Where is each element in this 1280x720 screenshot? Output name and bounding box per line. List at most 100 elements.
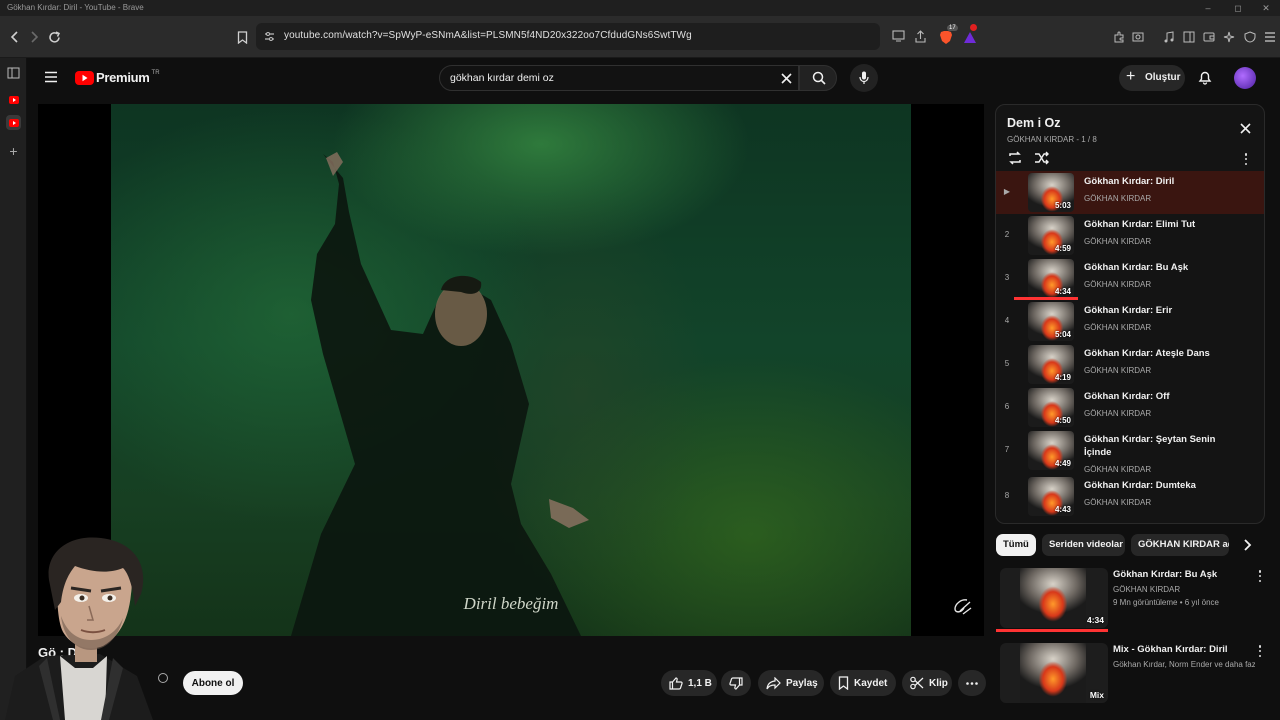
playlist-item[interactable]: 3 4:34 Gökhan Kırdar: Bu Aşk GÖKHAN KIRDAR — [996, 257, 1264, 300]
create-label: Oluştur — [1145, 72, 1181, 83]
dislike-button[interactable] — [721, 670, 751, 696]
playlist-item[interactable]: 5 4:19 Gökhan Kırdar: Ateşle Dans GÖKHAN KI… — [996, 343, 1264, 386]
bookmark-button[interactable] — [233, 28, 251, 46]
playlist-item-index: 5 — [1004, 359, 1010, 368]
address-bar[interactable]: youtube.com/watch?v=SpWyP-eSNmA&list=PLS… — [256, 23, 926, 50]
playlist-item-thumbnail[interactable]: 4:50 — [1028, 388, 1074, 427]
sidebar-panel-button[interactable] — [6, 65, 21, 80]
save-button[interactable]: Kaydet — [830, 670, 896, 696]
playlist-item[interactable]: 6 4:50 Gökhan Kırdar: Off GÖKHAN KIRDAR — [996, 386, 1264, 429]
guide-menu-button[interactable] — [44, 71, 58, 83]
sidebar-toggle-button[interactable] — [1180, 28, 1198, 46]
playlist-item-thumbnail[interactable]: 4:19 — [1028, 345, 1074, 384]
like-button[interactable]: 1,1 B — [661, 670, 717, 696]
sidebar-add-button[interactable]: + — [6, 143, 21, 159]
playlist-item[interactable]: 2 4:59 Gökhan Kırdar: Elimi Tut GÖKHAN KIRD… — [996, 214, 1264, 257]
recommendation-item[interactable]: 4:34 Gökhan Kırdar: Bu Aşk GÖKHAN KIRDAR 9 … — [996, 568, 1270, 632]
close-window-button[interactable]: ✕ — [1256, 2, 1276, 14]
playlist-item-thumbnail[interactable]: 4:43 — [1028, 477, 1074, 516]
playlist-item-title[interactable]: Gökhan Kırdar: Erir — [1084, 304, 1224, 317]
scissors-icon — [910, 676, 924, 690]
recommendation-more-button[interactable] — [1255, 569, 1265, 583]
back-button[interactable] — [6, 28, 24, 46]
recommendation-thumbnail[interactable]: 4:34 — [1000, 568, 1108, 628]
playlist-item[interactable]: ▶ 5:03 Gökhan Kırdar: Diril GÖKHAN KIRDAR — [996, 171, 1264, 214]
playlist-item-duration: 4:49 — [1054, 459, 1071, 468]
playlist-item-title[interactable]: Gökhan Kırdar: Ateşle Dans — [1084, 347, 1224, 360]
restore-button[interactable]: ◻ — [1228, 2, 1248, 14]
shuffle-button[interactable] — [1034, 151, 1049, 165]
youtube-logo[interactable]: Premium TR — [75, 70, 160, 85]
minimize-button[interactable]: – — [1198, 2, 1218, 14]
video-player[interactable]: Diril bebeğim — [38, 104, 984, 636]
recommendation-title[interactable]: Mix - Gökhan Kırdar: Diril — [1113, 644, 1253, 655]
recommendation-item[interactable]: Mix Mix - Gökhan Kırdar: Diril Gökhan Kırd… — [1000, 643, 1270, 707]
loop-button[interactable] — [1007, 151, 1023, 165]
playlist-item-thumbnail[interactable]: 4:49 — [1028, 431, 1074, 470]
loop-icon — [1009, 151, 1021, 165]
playlist-item-title[interactable]: Gökhan Kırdar: Şeytan Senin İçinde — [1084, 433, 1224, 459]
search-input[interactable]: gökhan kırdar demi oz — [450, 72, 554, 84]
recommendation-meta: 9 Mn görüntüleme • 6 yıl önce — [1113, 598, 1219, 607]
playlist-item-title[interactable]: Gökhan Kırdar: Bu Aşk — [1084, 261, 1224, 274]
playlist-more-button[interactable] — [1241, 152, 1251, 166]
playlist-item-title[interactable]: Gökhan Kırdar: Diril — [1084, 175, 1224, 188]
playlist-item-thumbnail[interactable]: 5:04 — [1028, 302, 1074, 341]
search-box[interactable]: gökhan kırdar demi oz — [439, 65, 799, 91]
hamburger-icon — [1265, 32, 1275, 42]
leo-ai-button[interactable] — [1220, 28, 1238, 46]
clip-button[interactable]: Klip — [902, 670, 952, 696]
extension-2-button[interactable] — [1129, 28, 1147, 46]
playlist-title[interactable]: Dem i Oz — [1007, 116, 1061, 130]
more-actions-button[interactable] — [958, 670, 986, 696]
playlist-item-thumbnail[interactable]: 4:59 — [1028, 216, 1074, 255]
recommendation-channel[interactable]: GÖKHAN KIRDAR — [1113, 585, 1255, 594]
vpn-shield-icon — [1244, 31, 1256, 43]
sidebar-youtube-2[interactable] — [6, 115, 21, 130]
subscribe-button[interactable]: Abone ol — [183, 671, 243, 695]
recommendation-thumbnail[interactable]: Mix — [1000, 643, 1108, 703]
filter-chip[interactable]: Seriden videolar — [1042, 534, 1125, 556]
playlist-item-title[interactable]: Gökhan Kırdar: Dumteka — [1084, 479, 1224, 492]
close-playlist-button[interactable] — [1240, 123, 1251, 134]
panel-icon — [7, 67, 20, 78]
reload-button[interactable] — [45, 28, 63, 46]
browser-toolbar: youtube.com/watch?v=SpWyP-eSNmA&list=PLS… — [0, 16, 1280, 58]
avatar[interactable] — [1234, 67, 1256, 89]
share-button[interactable]: Paylaş — [758, 670, 824, 696]
playlist-subtitle: GÖKHAN KIRDAR - 1 / 8 — [1007, 135, 1097, 144]
brave-shields-button[interactable]: 17 — [937, 25, 958, 46]
playlist-item[interactable]: 8 4:43 Gökhan Kırdar: Dumteka GÖKHAN KIRDAR — [996, 475, 1264, 518]
recommendation-more-button[interactable] — [1255, 644, 1265, 658]
recommendation-title[interactable]: Gökhan Kırdar: Bu Aşk — [1113, 569, 1253, 580]
filter-chip[interactable]: Tümü — [996, 534, 1036, 556]
sidebar-youtube-1[interactable] — [6, 92, 21, 107]
notifications-button[interactable] — [1198, 70, 1212, 85]
playlist-item[interactable]: 4 5:04 Gökhan Kırdar: Erir GÖKHAN KIRDAR — [996, 300, 1264, 343]
voice-search-button[interactable] — [850, 64, 878, 92]
browser-menu-button[interactable] — [1261, 28, 1279, 46]
window-title: Gökhan Kırdar: Diril - YouTube - Brave — [7, 3, 144, 12]
search-icon — [812, 71, 826, 85]
recommendation-duration: Mix — [1089, 690, 1104, 700]
search-button[interactable] — [799, 65, 837, 91]
playlist-item-title[interactable]: Gökhan Kırdar: Off — [1084, 390, 1224, 403]
bell-icon — [1198, 71, 1212, 85]
brave-rewards-button[interactable] — [961, 24, 979, 46]
recommendation-channel[interactable]: Gökhan Kırdar, Norm Ender ve daha fazlas… — [1113, 660, 1255, 669]
playlist-item[interactable]: 7 4:49 Gökhan Kırdar: Şeytan Senin İçinde G… — [996, 429, 1264, 474]
vpn-button[interactable] — [1241, 28, 1259, 46]
video-frame[interactable]: Diril bebeğim — [111, 104, 911, 636]
chevron-right-icon — [1244, 539, 1252, 551]
forward-button[interactable] — [25, 28, 43, 46]
music-button[interactable] — [1160, 28, 1178, 46]
wallet-button[interactable] — [1200, 28, 1218, 46]
playlist-item-title[interactable]: Gökhan Kırdar: Elimi Tut — [1084, 218, 1224, 231]
chips-next-button[interactable] — [1242, 539, 1252, 551]
playlist-item-thumbnail[interactable]: 4:34 — [1028, 259, 1074, 298]
create-button[interactable]: + Oluştur — [1119, 65, 1185, 91]
playlist-item-thumbnail[interactable]: 5:03 — [1028, 173, 1074, 212]
extension-puzzle-button[interactable] — [1110, 28, 1128, 46]
filter-chip[interactable]: GÖKHAN KIRDAR adlı — [1131, 534, 1229, 556]
recommendation-duration: 4:34 — [1086, 615, 1104, 625]
